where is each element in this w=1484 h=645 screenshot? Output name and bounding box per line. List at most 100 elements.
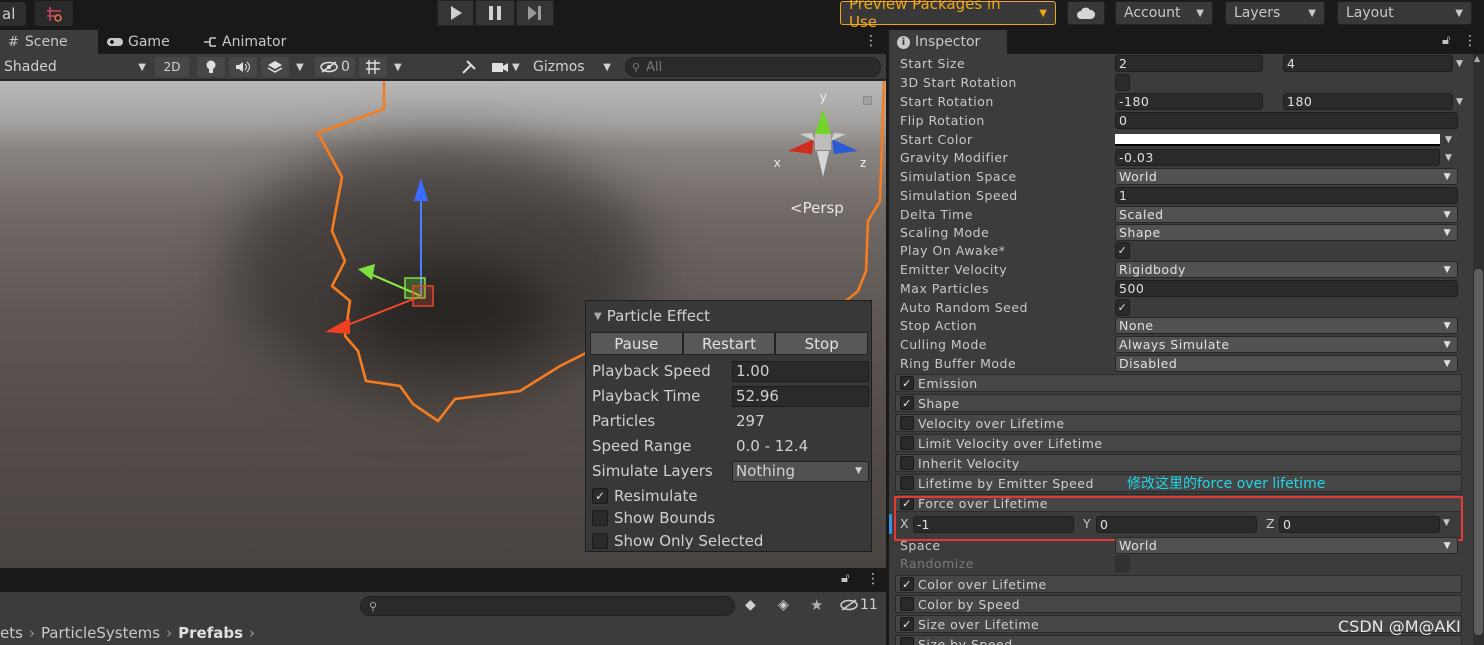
grid-toggle[interactable]	[359, 57, 387, 77]
stop-action-dropdown[interactable]: None ▼	[1115, 317, 1458, 334]
module-emission[interactable]: ✓ Emission	[895, 374, 1462, 392]
module-checkbox[interactable]: ✓	[900, 577, 914, 591]
simulation-speed-field[interactable]: 1	[1115, 187, 1458, 204]
account-dropdown[interactable]: Account ▼	[1115, 1, 1213, 25]
ring-buffer-mode-dropdown[interactable]: Disabled ▼	[1115, 355, 1458, 372]
module-checkbox[interactable]: ✓	[900, 396, 914, 410]
tab-animator[interactable]: Animator	[195, 30, 305, 54]
module-shape[interactable]: ✓ Shape	[895, 394, 1462, 412]
emitter-velocity-dropdown[interactable]: Rigidbody ▼	[1115, 261, 1458, 278]
module-checkbox[interactable]	[900, 456, 914, 470]
collab-button[interactable]	[35, 1, 73, 26]
show-only-selected-row[interactable]: Show Only Selected	[592, 530, 870, 552]
module-checkbox[interactable]	[900, 637, 914, 645]
color-mode-arrow-icon[interactable]: ▼	[1445, 135, 1452, 145]
show-only-selected-checkbox[interactable]	[592, 533, 608, 549]
tab-game[interactable]: Game	[98, 30, 190, 54]
scrollbar[interactable]: ▲	[1473, 54, 1484, 645]
gravity-modifier-field[interactable]: -0.03	[1115, 149, 1440, 166]
hidden-objects-toggle[interactable]: 0	[315, 57, 355, 77]
kebab-menu-icon[interactable]: ⋮	[864, 33, 878, 49]
curve-mode-arrow-icon[interactable]: ▼	[1456, 97, 1463, 107]
module-checkbox[interactable]	[900, 476, 914, 490]
start-rotation-max-field[interactable]: 180	[1283, 93, 1453, 110]
scroll-up-arrow-icon[interactable]: ▲	[1474, 54, 1480, 63]
breadcrumb-particlesystems[interactable]: ParticleSystems	[41, 624, 160, 642]
3d-start-rotation-checkbox[interactable]	[1115, 74, 1130, 91]
filter-by-type-icon[interactable]: ◆	[745, 597, 756, 613]
module-checkbox[interactable]	[900, 597, 914, 611]
module-checkbox[interactable]	[900, 416, 914, 430]
grid-dropdown-arrow-icon[interactable]: ▼	[390, 57, 410, 77]
2d-toggle[interactable]: 2D	[155, 57, 189, 77]
resimulate-checkbox[interactable]: ✓	[592, 488, 608, 504]
module-velocity-over-lifetime[interactable]: Velocity over Lifetime	[895, 414, 1462, 432]
kebab-menu-icon[interactable]: ⋮	[1463, 33, 1477, 49]
playback-time-field[interactable]: 52.96	[732, 385, 869, 407]
tools-button[interactable]	[455, 57, 483, 77]
restart-button[interactable]: Restart	[682, 332, 776, 355]
project-search-input[interactable]: ⚲	[360, 596, 735, 616]
audio-toggle[interactable]	[229, 57, 257, 77]
tab-scene[interactable]: # Scene	[0, 30, 98, 54]
perspective-label[interactable]: <Persp	[790, 199, 844, 217]
module-size-by-speed[interactable]: Size by Speed	[895, 635, 1462, 645]
max-particles-field[interactable]: 500	[1115, 280, 1458, 297]
module-checkbox[interactable]: ✓	[900, 617, 914, 631]
module-color-over-lifetime[interactable]: ✓ Color over Lifetime	[895, 575, 1462, 593]
account-menu-truncated[interactable]: al	[0, 2, 26, 26]
simulate-layers-dropdown[interactable]: Nothing ▼	[732, 460, 869, 482]
lock-icon[interactable]: 🔓︎	[1442, 33, 1450, 48]
hidden-packages-toggle[interactable]: 11	[840, 597, 878, 613]
effects-dropdown-arrow-icon[interactable]: ▼	[292, 57, 312, 77]
favorite-star-icon[interactable]: ★	[810, 596, 823, 614]
lighting-toggle[interactable]	[197, 57, 225, 77]
start-rotation-min-field[interactable]: -180	[1115, 93, 1263, 110]
curve-mode-arrow-icon[interactable]: ▼	[1456, 59, 1463, 69]
module-checkbox[interactable]: ✓	[900, 376, 914, 390]
show-bounds-row[interactable]: Show Bounds	[592, 507, 870, 529]
start-size-min-field[interactable]: 2	[1115, 55, 1263, 72]
scene-search-input[interactable]: ⚲ All	[625, 57, 881, 77]
start-color-swatch[interactable]	[1115, 133, 1440, 146]
filter-by-label-icon[interactable]: ◈	[778, 597, 789, 613]
culling-mode-dropdown[interactable]: Always Simulate ▼	[1115, 336, 1458, 353]
gizmos-dropdown[interactable]: Gizmos ▼	[529, 57, 615, 77]
preview-packages-button[interactable]: Preview Packages in Use ▼	[840, 0, 1056, 31]
auto-random-seed-checkbox[interactable]: ✓	[1115, 299, 1130, 316]
playback-speed-field[interactable]: 1.00	[732, 360, 869, 382]
flip-rotation-field[interactable]: 0	[1115, 112, 1458, 129]
simulation-space-dropdown[interactable]: World ▼	[1115, 168, 1458, 185]
lock-icon[interactable]: 🔓︎	[841, 571, 849, 586]
orientation-gizmo[interactable]: y x z	[770, 89, 875, 184]
scrollbar-thumb[interactable]	[1474, 269, 1483, 635]
tab-inspector[interactable]: i Inspector	[889, 30, 1007, 54]
effects-toggle[interactable]	[261, 57, 289, 77]
play-on-awake-checkbox[interactable]: ✓	[1115, 242, 1130, 259]
module-checkbox[interactable]	[900, 436, 914, 450]
start-size-max-field[interactable]: 4	[1283, 55, 1453, 72]
breadcrumb-assets[interactable]: ets	[0, 624, 23, 642]
module-color-by-speed[interactable]: Color by Speed	[895, 595, 1462, 613]
particle-effect-header[interactable]: ▼ Particle Effect	[586, 305, 873, 327]
pause-button[interactable]	[475, 0, 515, 26]
camera-dropdown[interactable]: ▼	[487, 57, 527, 77]
delta-time-dropdown[interactable]: Scaled ▼	[1115, 206, 1458, 223]
curve-mode-arrow-icon[interactable]: ▼	[1445, 153, 1452, 163]
space-dropdown[interactable]: World ▼	[1115, 537, 1458, 554]
cloud-button[interactable]	[1067, 1, 1105, 25]
module-limit-velocity-over-lifetime[interactable]: Limit Velocity over Lifetime	[895, 434, 1462, 452]
kebab-menu-icon[interactable]: ⋮	[866, 571, 880, 587]
breadcrumb-prefabs[interactable]: Prefabs	[178, 624, 243, 642]
step-button[interactable]	[516, 0, 554, 26]
scaling-mode-dropdown[interactable]: Shape ▼	[1115, 224, 1458, 241]
layout-dropdown[interactable]: Layout ▼	[1337, 1, 1472, 25]
module-inherit-velocity[interactable]: Inherit Velocity	[895, 454, 1462, 472]
randomize-checkbox[interactable]	[1115, 555, 1130, 572]
play-button[interactable]	[437, 0, 474, 26]
show-bounds-checkbox[interactable]	[592, 510, 608, 526]
stop-button[interactable]: Stop	[775, 332, 869, 355]
shading-mode-dropdown[interactable]: Shaded ▼	[0, 57, 150, 77]
layers-dropdown[interactable]: Layers ▼	[1225, 1, 1325, 25]
pause-button[interactable]: Pause	[590, 332, 683, 355]
